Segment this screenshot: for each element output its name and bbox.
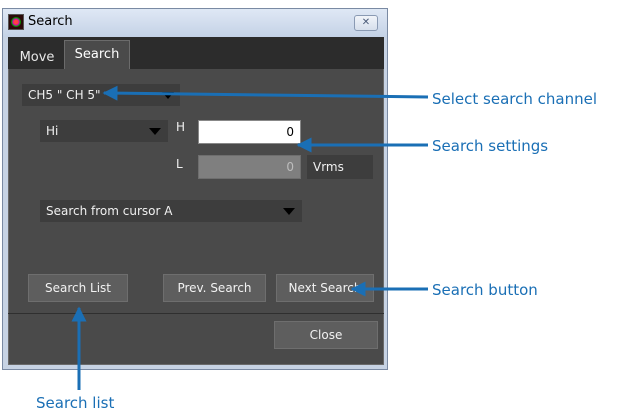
annotation-search-list: Search list <box>36 394 115 412</box>
annotation-select-channel: Select search channel <box>432 90 597 108</box>
annotation-search-settings: Search settings <box>432 137 549 155</box>
annotation-search-button: Search button <box>432 281 538 299</box>
arrow-channel <box>102 85 429 101</box>
annotation-arrows <box>71 85 429 390</box>
